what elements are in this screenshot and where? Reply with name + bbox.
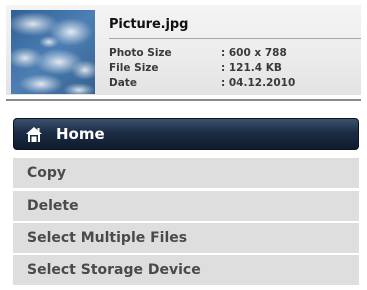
- menu-item-copy[interactable]: Copy: [13, 158, 359, 188]
- file-size-value: : 121.4 KB: [221, 62, 282, 74]
- home-icon: [25, 126, 43, 143]
- menu-item-home[interactable]: Home: [13, 118, 359, 150]
- select-multiple-files-label: Select Multiple Files: [27, 230, 188, 246]
- photo-size-label: Photo Size: [109, 47, 172, 59]
- photo-thumbnail: [11, 10, 95, 94]
- date-value: : 04.12.2010: [221, 77, 296, 89]
- copy-label: Copy: [27, 165, 67, 181]
- select-storage-device-label: Select Storage Device: [27, 262, 201, 278]
- delete-label: Delete: [27, 198, 79, 214]
- photo-size-value: : 600 x 788: [221, 47, 287, 59]
- options-menu: Home Copy Delete Select Multiple Files S…: [13, 118, 359, 285]
- section-divider: [6, 99, 361, 101]
- menu-item-select-storage-device[interactable]: Select Storage Device: [13, 255, 359, 285]
- file-name: Picture.jpg: [109, 17, 189, 32]
- file-size-label: File Size: [109, 62, 159, 74]
- file-info-panel: Picture.jpg Photo Size : 600 x 788 File …: [6, 5, 361, 95]
- menu-item-delete[interactable]: Delete: [13, 191, 359, 221]
- menu-item-select-multiple-files[interactable]: Select Multiple Files: [13, 223, 359, 253]
- date-label: Date: [109, 77, 137, 89]
- home-label: Home: [56, 125, 105, 143]
- file-name-divider: [109, 38, 361, 39]
